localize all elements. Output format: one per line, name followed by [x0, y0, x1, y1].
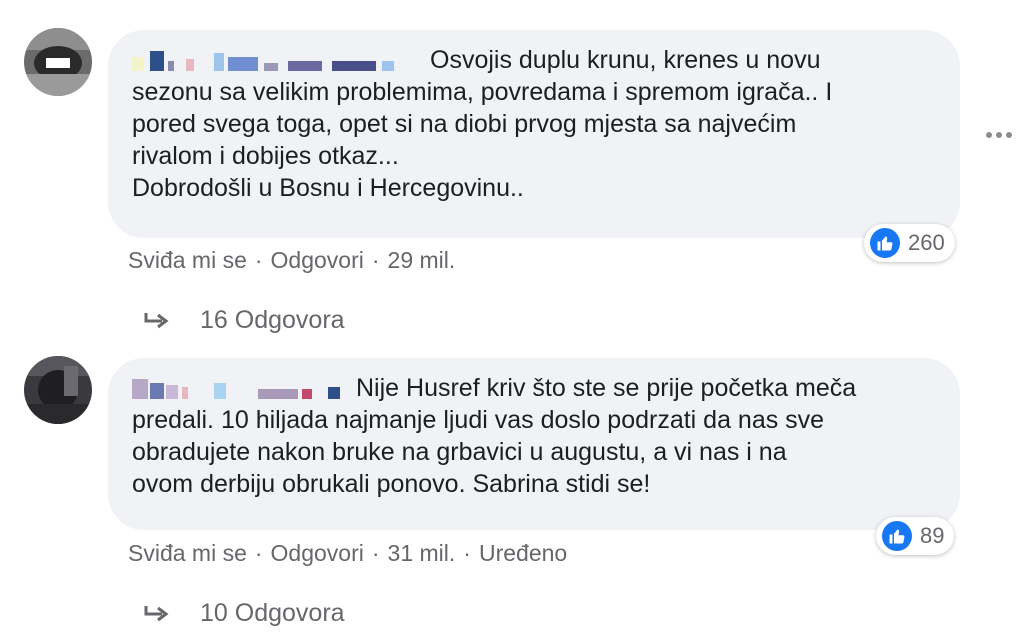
separator: ·: [371, 540, 380, 566]
reaction-count[interactable]: 89: [876, 517, 955, 555]
comment-bubble: Nije Husref kriv što ste se prije početk…: [108, 358, 960, 530]
comment-text-line: Osvojis duplu krunu, krenes u novu: [430, 46, 821, 74]
more-horizontal-icon[interactable]: [986, 132, 1012, 138]
like-count: 89: [920, 523, 945, 548]
reaction-count[interactable]: 260: [864, 224, 955, 262]
comment-text-line: Dobrodošli u Bosnu i Hercegovinu..: [132, 174, 524, 202]
comment-bubble: Osvojis duplu krunu, krenes u novu sezon…: [108, 30, 960, 238]
comment-text-line: sezonu sa velikim problemima, povredama …: [132, 78, 833, 106]
like-link[interactable]: Sviđa mi se: [128, 247, 247, 274]
timestamp[interactable]: 31 mil.: [388, 540, 456, 567]
view-replies-link[interactable]: 16 Odgovora: [140, 306, 345, 335]
comment-text-line: obradujete nakon bruke na grbavici u aug…: [132, 438, 787, 466]
view-replies-link[interactable]: 10 Odgovora: [140, 599, 345, 628]
comment-text-line: predali. 10 hiljada najmanje ljudi vas d…: [132, 406, 825, 434]
comment-actions: Sviđa mi se · Odgovori · 29 mil.: [128, 247, 455, 274]
replies-label: 16 Odgovora: [200, 306, 345, 334]
comment-text-line: ovom derbiju obrukali ponovo. Sabrina st…: [132, 470, 651, 498]
separator: ·: [371, 247, 380, 273]
comment-actions: Sviđa mi se · Odgovori · 31 mil. · Uređeno: [128, 540, 567, 567]
replies-label: 10 Odgovora: [200, 599, 345, 627]
reply-link[interactable]: Odgovori: [271, 540, 364, 567]
comment-text-line: Nije Husref kriv što ste se prije početk…: [356, 374, 857, 402]
reply-arrow-icon: [144, 605, 169, 621]
thumbs-up-icon: [870, 228, 900, 258]
separator: ·: [254, 247, 263, 273]
author-name-blurred[interactable]: [132, 377, 348, 401]
like-count: 260: [908, 230, 945, 255]
like-link[interactable]: Sviđa mi se: [128, 540, 247, 567]
separator: ·: [254, 540, 263, 566]
avatar[interactable]: [24, 356, 92, 424]
author-name-blurred[interactable]: [132, 49, 422, 73]
avatar[interactable]: [24, 28, 92, 96]
reply-arrow-icon: [144, 312, 169, 328]
thumbs-up-icon: [882, 521, 912, 551]
edited-label[interactable]: Uređeno: [479, 540, 567, 567]
comment-text-line: pored svega toga, opet si na diobi prvog…: [132, 110, 797, 138]
timestamp[interactable]: 29 mil.: [388, 247, 456, 274]
reply-link[interactable]: Odgovori: [271, 247, 364, 274]
comment-text-line: rivalom i dobijes otkaz...: [132, 142, 399, 170]
separator: ·: [463, 540, 471, 566]
